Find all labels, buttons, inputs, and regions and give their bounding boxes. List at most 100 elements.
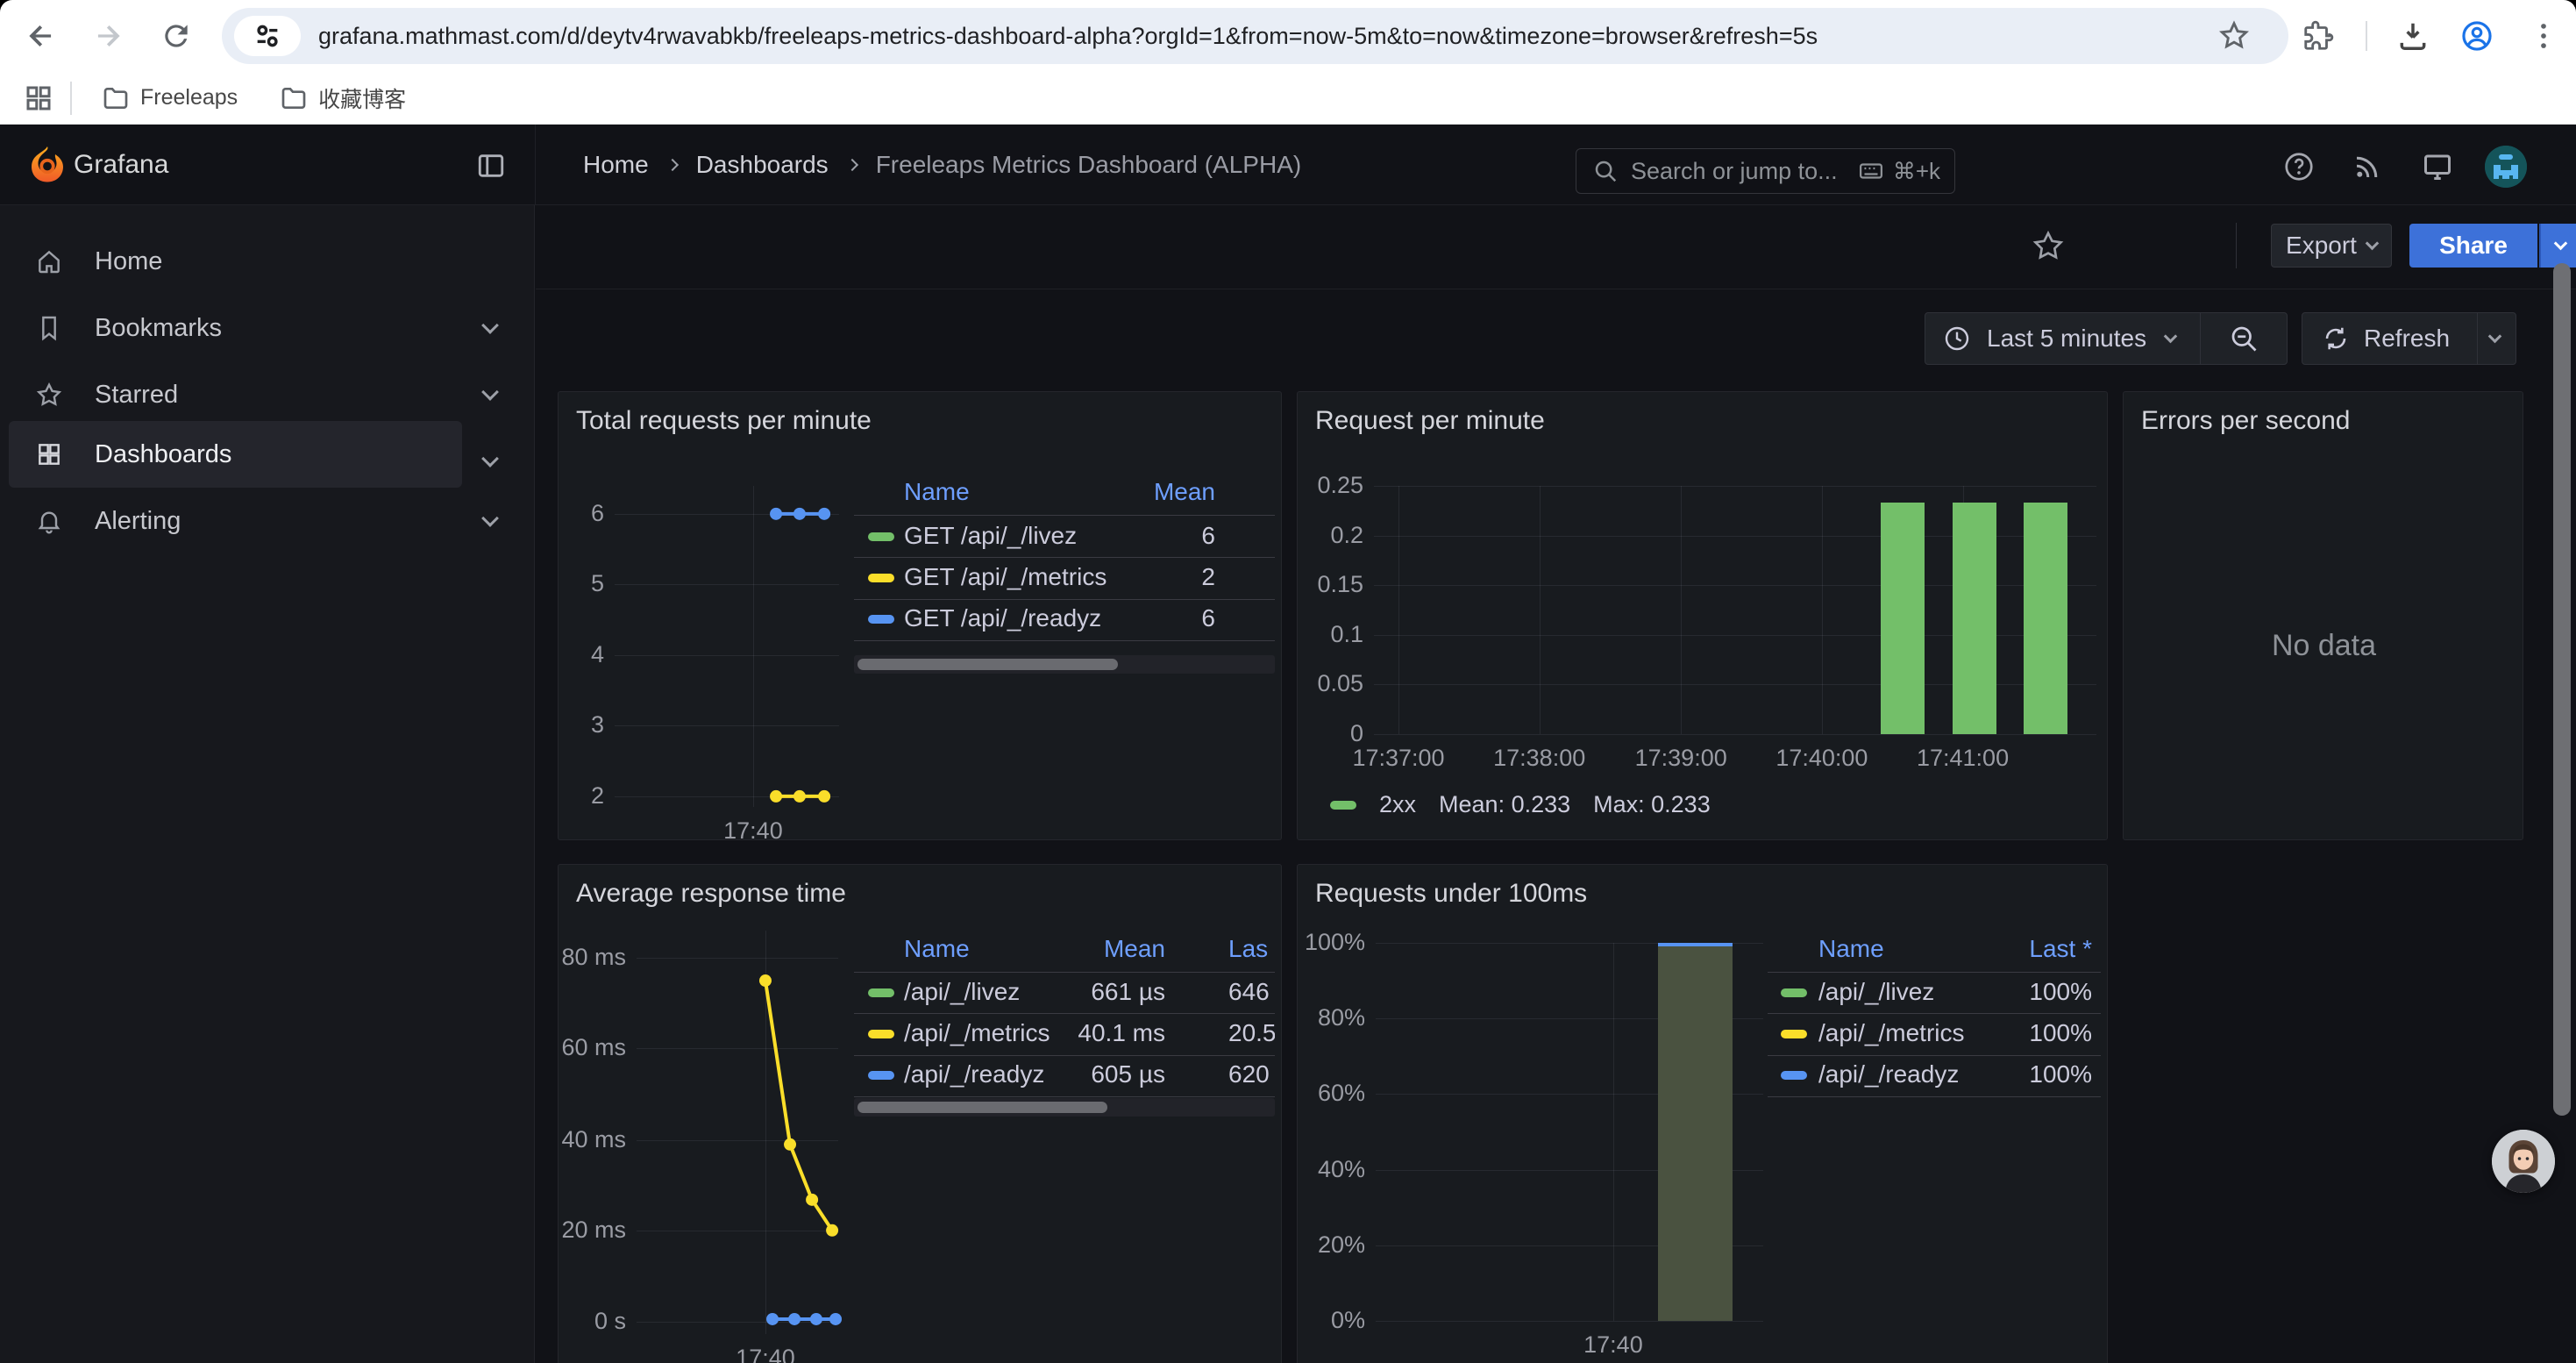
table-divider <box>854 599 1275 600</box>
refresh-interval-chevron-icon[interactable] <box>2488 329 2502 343</box>
legend-column-header[interactable]: Mean <box>1104 935 1165 963</box>
panel-requests-under-100ms[interactable]: Requests under 100ms 100%80%60%40%20%0%1… <box>1297 864 2108 1363</box>
legend-series-pill[interactable] <box>868 988 894 997</box>
sidebar-item-alerting[interactable]: Alerting <box>9 488 462 554</box>
site-settings-icon[interactable] <box>234 16 301 56</box>
panel-title[interactable]: Requests under 100ms <box>1315 879 1587 909</box>
timeseries-plot: 80 ms60 ms40 ms20 ms0 s17:40 <box>637 931 838 1334</box>
legend-series-pill[interactable] <box>868 532 894 541</box>
legend-column-header[interactable]: Name <box>1818 935 1884 963</box>
apps-grid-icon[interactable] <box>23 82 54 114</box>
legend-series-pill[interactable] <box>868 615 894 624</box>
y-tick-label: 80% <box>1297 1004 1365 1031</box>
bookmark-folder-freeleaps[interactable]: Freeleaps <box>88 77 252 119</box>
zoom-out-icon[interactable] <box>2228 323 2259 354</box>
legend-series-pill[interactable] <box>1781 1030 1807 1038</box>
panel-average-response-time[interactable]: Average response time 80 ms60 ms40 ms20 … <box>558 864 1282 1363</box>
time-range-picker[interactable]: Last 5 minutes <box>1925 312 2288 365</box>
legend-cell[interactable]: /api/_/metrics <box>904 1019 1050 1047</box>
legend-cell[interactable]: GET /api/_/metrics <box>904 563 1107 591</box>
panel-title[interactable]: Errors per second <box>2141 406 2350 436</box>
legend-column-header[interactable]: Name <box>904 478 970 506</box>
search-input[interactable]: Search or jump to... ⌘+k <box>1576 148 1955 194</box>
legend-pill-2xx <box>1330 801 1356 810</box>
extensions-icon[interactable] <box>2302 19 2335 53</box>
chevron-down-icon[interactable] <box>481 383 499 401</box>
legend-series-pill[interactable] <box>868 1030 894 1038</box>
legend-table: NameMeanLas/api/_/livez661 µs646/api/_/m… <box>854 865 1275 1163</box>
help-icon[interactable] <box>2283 151 2315 182</box>
table-divider <box>854 1013 1275 1014</box>
legend-series-pill[interactable] <box>1781 988 1807 997</box>
panel-errors-per-second[interactable]: Errors per second No data <box>2123 391 2523 840</box>
bookmark-folder-blogs[interactable]: 收藏博客 <box>266 75 420 121</box>
gridline <box>1540 486 1541 734</box>
legend-cell: 2 <box>1201 563 1215 591</box>
chevron-down-icon[interactable] <box>481 510 499 527</box>
legend-cell: 661 µs <box>1091 978 1165 1006</box>
legend-cell[interactable]: GET /api/_/livez <box>904 522 1077 550</box>
profile-icon[interactable] <box>2460 19 2494 53</box>
monitor-icon[interactable] <box>2422 151 2453 182</box>
sidebar-item-starred[interactable]: Starred <box>9 361 462 428</box>
url-bar[interactable]: grafana.mathmast.com/d/deytv4rwavabkb/fr… <box>222 8 2288 64</box>
assistant-avatar[interactable] <box>2492 1130 2555 1193</box>
panel-title[interactable]: Request per minute <box>1315 406 1545 436</box>
user-avatar[interactable] <box>2485 146 2527 188</box>
series-line <box>615 486 839 807</box>
keyboard-icon <box>1858 158 1884 184</box>
panel-request-per-minute[interactable]: Request per minute 0.250.20.150.10.05017… <box>1297 391 2108 840</box>
scrollbar-thumb[interactable] <box>857 659 1118 670</box>
export-button[interactable]: Export <box>2271 224 2392 268</box>
legend-series-pill[interactable] <box>868 574 894 582</box>
legend-series-pill[interactable] <box>868 1071 894 1080</box>
share-menu-button[interactable] <box>2539 224 2576 268</box>
legend-column-header[interactable]: Last * <box>2029 935 2092 963</box>
legend-series-pill[interactable] <box>1781 1071 1807 1080</box>
favorite-star-icon[interactable] <box>2031 228 2066 263</box>
sidebar-item-home[interactable]: Home <box>9 228 462 295</box>
y-tick-label: 0.05 <box>1297 670 1363 697</box>
sidebar-toggle-icon[interactable] <box>476 151 506 181</box>
legend-cell[interactable]: /api/_/metrics <box>1818 1019 1965 1047</box>
legend-cell[interactable]: /api/_/livez <box>1818 978 1934 1006</box>
legend-column-header[interactable]: Name <box>904 935 970 963</box>
x-tick-label: 17:41:00 <box>1867 745 2060 772</box>
legend-hscrollbar[interactable] <box>854 1098 1275 1117</box>
legend-cell[interactable]: GET /api/_/readyz <box>904 604 1101 632</box>
breadcrumb-home[interactable]: Home <box>583 151 649 179</box>
legend-cell[interactable]: /api/_/livez <box>904 978 1020 1006</box>
table-divider <box>854 515 1275 516</box>
chevron-down-icon[interactable] <box>481 450 499 467</box>
gridline <box>1374 734 2096 735</box>
legend-cell[interactable]: /api/_/readyz <box>904 1060 1044 1088</box>
news-rss-icon[interactable] <box>2352 151 2383 182</box>
dashboards-icon <box>35 440 63 468</box>
panel-title[interactable]: Average response time <box>576 879 846 909</box>
forward-icon[interactable] <box>91 19 125 53</box>
time-range-label: Last 5 minutes <box>1987 325 2146 353</box>
legend-cell[interactable]: /api/_/readyz <box>1818 1060 1959 1088</box>
scrollbar-thumb[interactable] <box>857 1102 1107 1113</box>
legend-column-header[interactable]: Las <box>1228 935 1268 963</box>
bookmark-star-icon[interactable] <box>2217 19 2251 53</box>
y-tick-label: 4 <box>558 641 604 668</box>
legend-cell: 620 <box>1228 1060 1270 1088</box>
refresh-button[interactable]: Refresh <box>2302 312 2516 365</box>
legend-hscrollbar[interactable] <box>854 655 1275 674</box>
sidebar-item-bookmarks[interactable]: Bookmarks <box>9 295 462 361</box>
browser-menu-icon[interactable] <box>2527 19 2560 53</box>
panel-title[interactable]: Total requests per minute <box>576 406 872 436</box>
vertical-scrollbar[interactable] <box>2553 263 2571 1116</box>
download-icon[interactable] <box>2396 19 2430 53</box>
grafana-logo[interactable] <box>26 144 68 186</box>
reload-icon[interactable] <box>160 19 193 53</box>
share-button[interactable]: Share <box>2409 224 2537 268</box>
legend-column-header[interactable]: Mean <box>1154 478 1215 506</box>
panel-total-requests[interactable]: Total requests per minute 6543217:40 Nam… <box>558 391 1282 840</box>
sidebar-item-dashboards[interactable]: Dashboards <box>9 421 462 488</box>
chevron-down-icon[interactable] <box>481 317 499 334</box>
legend-series-label[interactable]: 2xx <box>1379 791 1416 818</box>
back-icon[interactable] <box>25 19 58 53</box>
breadcrumb-dashboards[interactable]: Dashboards <box>696 151 829 179</box>
